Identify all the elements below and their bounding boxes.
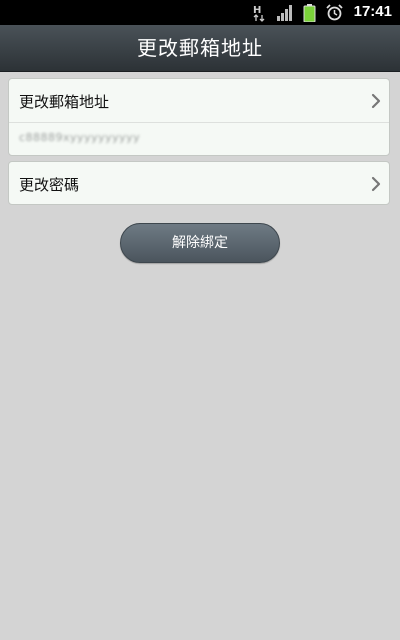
status-time: 17:41	[353, 3, 392, 20]
chevron-right-icon	[371, 93, 381, 109]
status-bar: H 17:41	[0, 0, 400, 25]
change-email-row[interactable]: 更改郵箱地址	[9, 79, 389, 122]
chevron-right-icon	[371, 176, 381, 192]
change-password-row[interactable]: 更改密碼	[9, 162, 389, 205]
change-password-label: 更改密碼	[19, 176, 80, 194]
email-value: c88889xyyyyyyyyyy	[19, 131, 141, 144]
password-card: 更改密碼	[8, 161, 390, 205]
email-card: 更改郵箱地址 c88889xyyyyyyyyyy	[8, 78, 390, 156]
signal-icon	[277, 5, 292, 21]
change-email-label: 更改郵箱地址	[19, 93, 110, 111]
divider	[9, 122, 389, 123]
network-h-icon: H	[253, 5, 265, 22]
title-bar: 更改郵箱地址	[0, 25, 400, 72]
alarm-icon	[326, 4, 343, 21]
page-title: 更改郵箱地址	[137, 36, 263, 60]
battery-icon	[303, 4, 316, 22]
svg-text:H: H	[253, 5, 261, 16]
unbind-button[interactable]: 解除綁定	[120, 223, 280, 263]
